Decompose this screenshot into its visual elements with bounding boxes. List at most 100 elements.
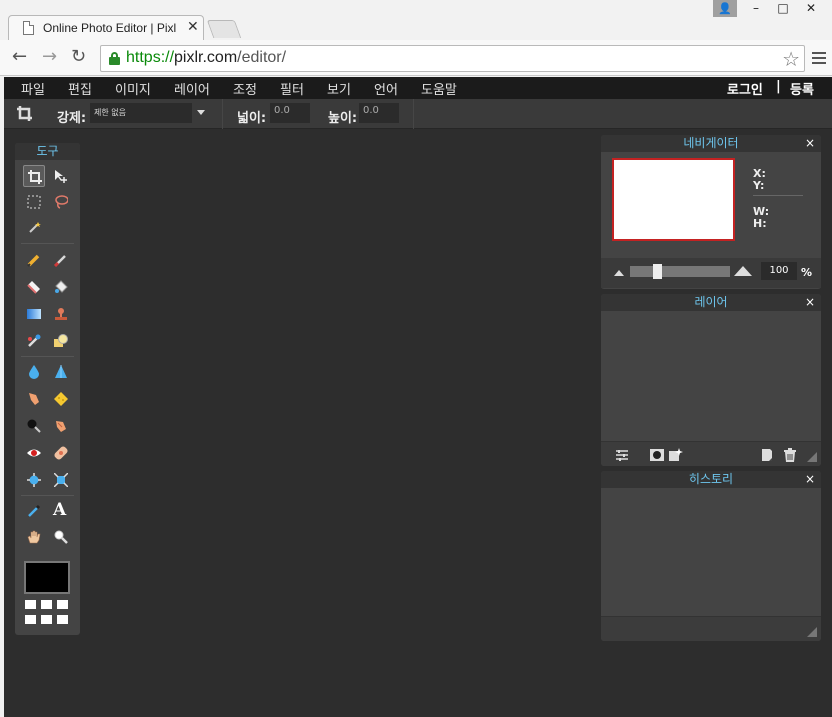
page-icon [23,21,34,35]
menu-edit[interactable]: 편집 [68,79,92,98]
zoom-input[interactable]: 100 [761,262,797,280]
layers-panel: 레이어 × [601,294,821,466]
gradient-tool-button[interactable] [23,303,45,325]
pixlr-editor: 파일 편집 이미지 레이어 조정 필터 보기 언어 도움말 로그인 | 등록 강… [4,77,832,717]
layer-mask-icon[interactable] [650,448,664,462]
menu-view[interactable]: 보기 [327,79,351,98]
primary-color-swatch[interactable] [24,561,70,594]
divider [413,99,414,129]
history-footer [601,616,821,641]
lasso-tool-button[interactable] [50,191,72,213]
drawing-tool-button[interactable] [50,330,72,352]
maximize-icon[interactable]: □ [771,0,795,17]
browser-titlebar: Online Photo Editor | Pixl ✕ 👤 – □ ✕ [0,0,832,41]
red-eye-tool-button[interactable] [23,442,45,464]
user-icon[interactable]: 👤 [713,0,737,17]
history-title: 히스토리 [688,472,734,486]
magic-wand-tool-button[interactable] [23,217,45,239]
menu-language[interactable]: 언어 [374,79,398,98]
menu-help[interactable]: 도움말 [421,79,457,98]
blur-tool-button[interactable] [23,361,45,383]
forward-arrow-icon[interactable]: → [42,48,57,66]
hand-tool-button[interactable] [23,526,45,548]
divider [222,99,223,129]
login-link[interactable]: 로그인 [727,79,763,98]
resize-grip-icon[interactable] [807,452,817,462]
menu-file[interactable]: 파일 [21,79,45,98]
y-label: Y: [753,179,765,192]
pencil-tool-button[interactable] [23,249,45,271]
menu-adjust[interactable]: 조정 [233,79,257,98]
navigator-preview[interactable] [612,158,735,241]
height-label: 높이: [328,111,358,126]
tab-title: Online Photo Editor | Pixl [43,21,177,35]
lock-icon [109,52,120,65]
crop-tool-icon [17,106,32,121]
zoom-slider[interactable] [630,266,730,277]
url-text: https://pixlr.com/editor/ [126,49,287,66]
zoom-row: 100 % [601,258,821,288]
crop-tool-button[interactable] [23,165,45,187]
new-tab-button[interactable] [206,20,242,38]
close-icon[interactable]: × [805,135,815,152]
close-icon[interactable]: × [805,294,815,311]
color-replace-tool-button[interactable] [23,330,45,352]
move-tool-button[interactable] [50,165,72,187]
close-window-icon[interactable]: ✕ [799,0,823,17]
resize-grip-icon[interactable] [807,627,817,637]
width-input[interactable]: 0.0 [270,103,310,123]
trash-icon[interactable] [783,448,797,462]
bloat-tool-button[interactable] [23,469,45,491]
brush-tool-button[interactable] [50,249,72,271]
zoom-out-icon[interactable] [614,270,624,276]
eraser-tool-button[interactable] [23,276,45,298]
tools-title: 도구 [15,143,80,160]
tab-close-icon[interactable]: ✕ [187,19,199,35]
clone-stamp-tool-button[interactable] [50,303,72,325]
close-icon[interactable]: × [805,471,815,488]
pinch-tool-button[interactable] [50,469,72,491]
h-label: H: [753,217,767,230]
bookmark-star-icon[interactable]: ☆ [782,47,800,71]
burn-tool-button[interactable] [23,415,45,437]
register-link[interactable]: 등록 [790,79,814,98]
new-layer-icon[interactable] [760,448,774,462]
smudge-tool-button[interactable] [23,388,45,410]
browser-menu-icon[interactable] [812,52,826,67]
layers-title: 레이어 [694,295,728,309]
menu-layer[interactable]: 레이어 [174,79,210,98]
grid-icon[interactable] [25,600,69,626]
address-bar[interactable]: https://pixlr.com/editor/ ☆ [100,45,805,72]
browser-toolbar: ← → ↻ https://pixlr.com/editor/ ☆ [0,40,832,76]
type-tool-button[interactable]: A [50,500,72,522]
sharpen-tool-button[interactable] [50,361,72,383]
tool-options-bar: 강제: 제한 없음 넓이: 0.0 높이: 0.0 [4,99,832,129]
back-arrow-icon[interactable]: ← [12,48,27,66]
dodge-tool-button[interactable] [50,415,72,437]
spot-heal-tool-button[interactable] [50,442,72,464]
height-input[interactable]: 0.0 [359,103,399,123]
zoom-tool-button[interactable] [50,526,72,548]
divider [753,195,803,196]
menu-image[interactable]: 이미지 [115,79,151,98]
divider [21,243,74,244]
navigator-panel: 네비게이터 × X: Y: W: H: 100 % [601,135,821,289]
chevron-down-icon[interactable] [197,110,205,115]
menu-filter[interactable]: 필터 [280,79,304,98]
history-panel: 히스토리 × [601,471,821,641]
color-picker-tool-button[interactable] [23,500,45,522]
sponge-tool-button[interactable] [50,388,72,410]
paint-bucket-tool-button[interactable] [50,276,72,298]
reload-icon[interactable]: ↻ [71,48,86,66]
browser-tab[interactable]: Online Photo Editor | Pixl ✕ [8,15,204,41]
layer-effects-icon[interactable] [669,448,683,462]
menu-separator: | [776,79,781,94]
marquee-tool-button[interactable] [23,191,45,213]
width-label: 넓이: [237,111,267,126]
minimize-icon[interactable]: – [744,0,768,17]
constraint-select[interactable]: 제한 없음 [90,103,192,123]
zoom-in-icon[interactable] [734,266,752,276]
layer-settings-icon[interactable] [615,448,629,462]
layers-footer [601,441,821,466]
zoom-slider-handle[interactable] [653,264,662,279]
